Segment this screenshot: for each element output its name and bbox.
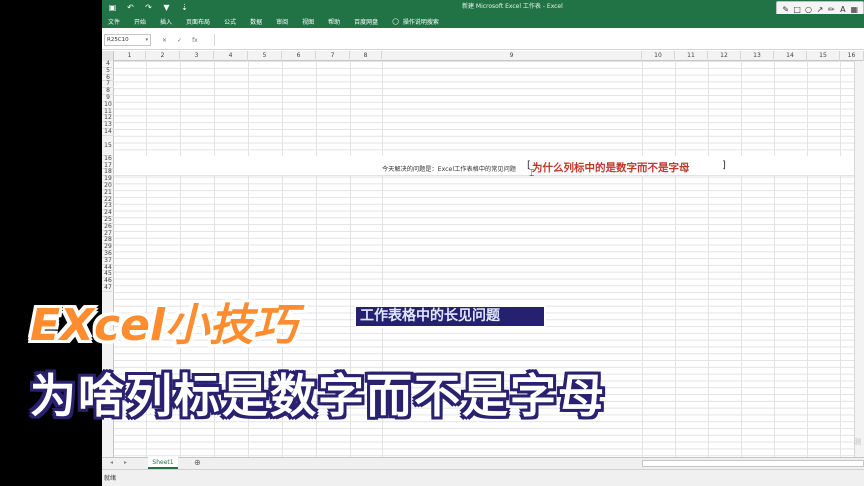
text-icon[interactable]: A [838,4,848,14]
save-icon[interactable]: ▣ [108,3,117,12]
name-box-value: R25C10 [107,37,129,43]
column-header[interactable]: 4 [214,51,248,61]
tab-file[interactable]: 文件 [108,17,120,26]
row-header[interactable]: 47 [102,284,114,292]
status-text: 就绪 [104,475,117,482]
title-bar: ▣ ↶ ↷ ▼ ⇣ 新建 Microsoft Excel 工作表 - Excel [102,0,864,14]
tab-baidu-netdisk[interactable]: 百度网盘 [354,17,378,26]
column-header[interactable]: 11 [675,51,708,61]
column-gridline [774,61,775,457]
quick-access-toolbar: ▣ ↶ ↷ ▼ ⇣ [108,2,189,12]
formula-bar: R25C10 ▾ ✕ ✓ fx [102,31,864,50]
column-header[interactable]: 5 [248,51,282,61]
window-title: 新建 Microsoft Excel 工作表 - Excel [462,3,563,10]
filter-icon[interactable]: ▼ [162,3,171,12]
sheet-tab-bar: ◂ ▸ Sheet1 ⊕ [102,457,864,469]
pen-icon[interactable]: ✎ [781,4,791,14]
column-header[interactable]: 15 [807,51,840,61]
tell-me-search[interactable]: ◯ 操作说明搜索 [392,17,439,26]
sheet-tab-sheet1[interactable]: Sheet1 [148,457,178,469]
overlay-title-line1: EXcel小技巧 [30,300,297,351]
video-frame: ▣ ↶ ↷ ▼ ⇣ 新建 Microsoft Excel 工作表 - Excel… [0,0,864,486]
formula-input[interactable] [214,34,864,46]
tab-page-layout[interactable]: 页面布局 [186,17,210,26]
column-headers: 1 2 3 4 5 6 7 8 9 10 11 12 13 14 15 16 [102,51,864,61]
column-gridline [708,61,709,457]
lightbulb-icon: ◯ [392,17,399,25]
column-gridline [840,61,841,457]
column-header[interactable]: 13 [741,51,774,61]
cell-highlight-text: 为什么列标中的是数字而不是字母 [532,162,690,174]
tab-insert[interactable]: 插入 [160,17,172,26]
column-header[interactable]: 3 [180,51,214,61]
row-header[interactable]: 14 [102,128,114,136]
ribbon-tabs: 文件 开始 插入 页面布局 公式 数据 审阅 视图 帮助 百度网盘 ◯ 操作说明… [102,14,864,28]
redo-icon[interactable]: ↷ [144,3,153,12]
chevron-down-icon[interactable]: ▾ [145,35,148,45]
watermark: 测 [854,438,861,446]
rectangle-icon[interactable]: □ [792,4,802,14]
overlay-title-line2: 为啥列标是数字而不是字母 [30,369,606,423]
tell-me-label: 操作说明搜索 [402,18,439,26]
next-sheet-icon[interactable]: ▸ [124,459,127,466]
column-header[interactable]: 12 [708,51,741,61]
tab-help[interactable]: 帮助 [328,17,340,26]
column-header[interactable]: 16 [840,51,864,61]
pencil-icon[interactable]: ✏ [826,4,836,14]
column-header[interactable]: 6 [282,51,316,61]
subtitle-text: 工作表格中的长见问题 [360,308,500,324]
close-bracket: ] [722,160,726,171]
column-gridline [675,61,676,457]
status-bar: 就绪 [102,469,864,486]
arrow-icon[interactable]: ↗ [815,4,825,14]
column-header[interactable]: 10 [642,51,675,61]
insert-function-icon[interactable]: fx [192,37,198,44]
column-header[interactable]: 8 [350,51,382,61]
column-gridline [741,61,742,457]
column-header[interactable]: 1 [114,51,146,61]
cancel-icon[interactable]: ✕ [162,37,167,44]
vertical-scrollbar[interactable] [854,61,864,457]
cell-text: 今天解决的问题是：Excel工作表格中的常见问题 [382,166,516,173]
ellipse-icon[interactable]: ○ [804,4,814,14]
mosaic-icon[interactable]: ▦ [849,4,859,14]
name-box[interactable]: R25C10 ▾ [104,34,151,46]
add-sheet-icon[interactable]: ⊕ [194,458,201,467]
column-header[interactable]: 2 [146,51,180,61]
horizontal-scrollbar[interactable] [642,460,864,467]
column-gridline [807,61,808,457]
column-gridline [642,61,643,457]
tab-view[interactable]: 视图 [302,17,314,26]
tab-formulas[interactable]: 公式 [224,17,236,26]
prev-sheet-icon[interactable]: ◂ [110,459,113,466]
tab-home[interactable]: 开始 [134,17,146,26]
column-header[interactable]: 9 [382,51,642,61]
column-header[interactable]: 14 [774,51,807,61]
tab-review[interactable]: 审阅 [276,17,288,26]
enter-icon[interactable]: ✓ [177,37,182,44]
text-cursor-icon: ⌶ [529,169,535,179]
tab-data[interactable]: 数据 [250,17,262,26]
row-header[interactable]: 15 [102,136,114,156]
column-header[interactable]: 7 [316,51,350,61]
undo-icon[interactable]: ↶ [126,3,135,12]
customize-icon[interactable]: ⇣ [180,3,189,12]
